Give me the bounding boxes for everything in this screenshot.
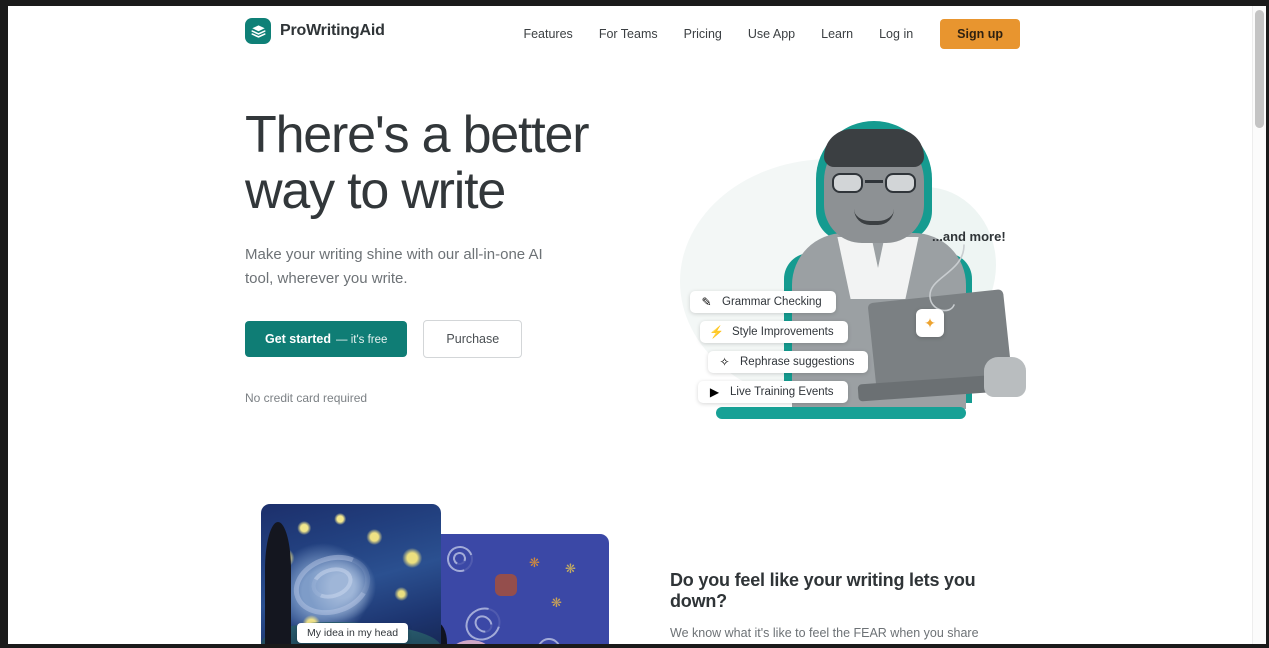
quill-pen-icon: ✎ bbox=[701, 295, 712, 309]
get-started-button[interactable]: Get started — it's free bbox=[245, 320, 408, 357]
spiral-shape bbox=[532, 633, 566, 644]
feature-chip-style-improvements[interactable]: ⚡ Style Improvements bbox=[700, 321, 848, 343]
feature-chip-rephrase-suggestions[interactable]: ✧ Rephrase suggestions bbox=[708, 351, 869, 373]
purchase-button[interactable]: Purchase bbox=[423, 319, 523, 358]
video-camera-icon: ▶ bbox=[709, 385, 720, 399]
lightning-bolt-icon: ⚡ bbox=[709, 325, 724, 339]
get-started-label: Get started bbox=[265, 331, 331, 346]
star-icon: ❋ bbox=[529, 555, 540, 570]
image-caption: My idea in my head bbox=[297, 623, 409, 643]
nav-item-learn[interactable]: Learn bbox=[808, 6, 866, 62]
vertical-scrollbar[interactable] bbox=[1252, 6, 1266, 644]
section-two-copy: Do you feel like your writing lets you d… bbox=[670, 570, 1020, 644]
feature-chip-label: Live Training Events bbox=[730, 386, 834, 398]
hero-subtitle: Make your writing shine with our all-in-… bbox=[245, 246, 543, 287]
writing-problem-section: ❋ ❋ ❋ My idea in my head Do you feel lik… bbox=[8, 482, 1252, 644]
nav-item-pricing[interactable]: Pricing bbox=[671, 6, 735, 62]
star-icon: ❋ bbox=[551, 595, 562, 610]
feature-chip-list: ✎ Grammar Checking ⚡ Style Improvements … bbox=[690, 291, 869, 403]
and-more-label: ...and more! bbox=[932, 229, 1006, 244]
hero-title: There's a better way to write bbox=[245, 106, 590, 221]
brand-logo-link[interactable]: ProWritingAid bbox=[245, 18, 385, 44]
hero-actions: Get started — it's free Purchase bbox=[245, 319, 645, 358]
teal-ground-bar bbox=[716, 407, 966, 419]
hero-section: There's a better way to write Make your … bbox=[8, 62, 1252, 482]
browser-viewport: ProWritingAid Features For Teams Pricing… bbox=[8, 6, 1266, 644]
feature-chip-grammar-checking[interactable]: ✎ Grammar Checking bbox=[690, 291, 836, 313]
magic-wand-icon: ✧ bbox=[719, 355, 730, 369]
cypress-silhouette bbox=[265, 522, 291, 644]
scrollbar-thumb[interactable] bbox=[1255, 10, 1264, 128]
nav-item-use-app[interactable]: Use App bbox=[735, 6, 808, 62]
person-hand bbox=[984, 357, 1026, 397]
feature-chip-label: Style Improvements bbox=[732, 326, 834, 338]
feature-chip-label: Grammar Checking bbox=[722, 296, 822, 308]
feature-chip-live-training-events[interactable]: ▶ Live Training Events bbox=[698, 381, 848, 403]
site-header: ProWritingAid Features For Teams Pricing… bbox=[8, 6, 1252, 62]
hero-copy: There's a better way to write Make your … bbox=[245, 107, 645, 405]
simplified-painting-card: ❋ ❋ ❋ bbox=[429, 534, 609, 644]
main-navigation: Features For Teams Pricing Use App Learn… bbox=[510, 6, 1020, 62]
section-two-title: Do you feel like your writing lets you d… bbox=[670, 570, 976, 611]
person-hair bbox=[824, 129, 924, 167]
get-started-note: — it's free bbox=[336, 333, 388, 346]
nav-item-features[interactable]: Features bbox=[510, 6, 585, 62]
sign-up-button[interactable]: Sign up bbox=[940, 19, 1020, 49]
nav-item-for-teams[interactable]: For Teams bbox=[586, 6, 671, 62]
star-icon: ❋ bbox=[565, 561, 576, 576]
brand-name: ProWritingAid bbox=[280, 22, 385, 39]
book-pages-icon bbox=[245, 18, 271, 44]
nav-item-log-in[interactable]: Log in bbox=[866, 6, 926, 62]
sparkle-icon: ✦ bbox=[916, 309, 944, 337]
starry-night-illustration: ❋ ❋ ❋ My idea in my head bbox=[253, 504, 609, 644]
red-blob-shape bbox=[495, 574, 517, 596]
hero-illustration: ✎ Grammar Checking ⚡ Style Improvements … bbox=[668, 107, 1058, 437]
section-two-body: We know what it's like to feel the FEAR … bbox=[670, 626, 979, 640]
page-content: ProWritingAid Features For Teams Pricing… bbox=[8, 6, 1252, 644]
feature-chip-label: Rephrase suggestions bbox=[740, 356, 855, 368]
no-credit-card-note: No credit card required bbox=[245, 390, 368, 405]
glasses-icon bbox=[832, 173, 916, 193]
